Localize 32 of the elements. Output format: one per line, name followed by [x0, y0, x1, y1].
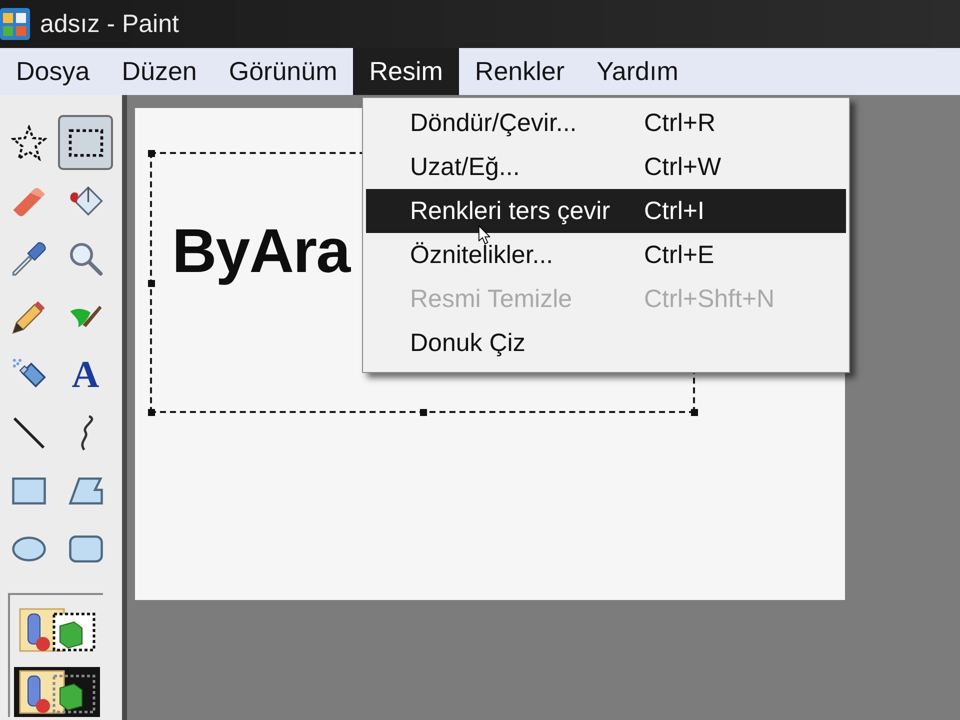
window-title: adsız - Paint	[40, 10, 179, 38]
selection-handle	[420, 409, 427, 416]
shortcut-label: Ctrl+E	[644, 240, 714, 270]
shortcut-label: Ctrl+Shft+N	[644, 284, 775, 314]
selection-handle	[148, 409, 155, 416]
pencil-icon	[10, 298, 46, 334]
line-icon	[10, 414, 46, 450]
text-tool-button[interactable]: A	[58, 347, 113, 402]
shortcut-label: Ctrl+R	[644, 108, 716, 138]
selection-handle	[691, 409, 698, 416]
menu-item[interactable]: Donuk Çiz	[366, 321, 846, 365]
menu-item[interactable]: Öznitelikler... Ctrl+E	[366, 233, 846, 277]
menu-item[interactable]: Dosya	[0, 48, 106, 95]
shortcut-label: Ctrl+I	[644, 196, 704, 226]
selection-handle	[148, 150, 155, 157]
menu-item[interactable]: Renkleri ters çevir Ctrl+I	[366, 189, 846, 233]
magnifier-icon	[68, 240, 104, 276]
dashed-star-icon	[10, 124, 46, 160]
menu-item[interactable]: Düzen	[106, 48, 213, 95]
menu-item[interactable]: Yardım	[580, 48, 694, 95]
menu-item[interactable]: Görünüm	[212, 48, 354, 95]
selection-mode-button[interactable]	[14, 667, 100, 717]
tool-button[interactable]	[58, 115, 113, 170]
menu-item[interactable]: Renkler	[458, 48, 581, 95]
shortcut-label: Ctrl+W	[644, 152, 722, 182]
eyedropper-icon	[10, 240, 46, 276]
selection-handle	[148, 280, 155, 287]
canvas-text: ByAra	[172, 221, 350, 283]
menu-item[interactable]: Uzat/Eğ... Ctrl+W	[366, 145, 846, 189]
menu-item[interactable]: Resim	[353, 48, 459, 95]
app-icon	[0, 8, 30, 40]
menu-item[interactable]: Döndür/Çevir... Ctrl+R	[366, 101, 846, 145]
